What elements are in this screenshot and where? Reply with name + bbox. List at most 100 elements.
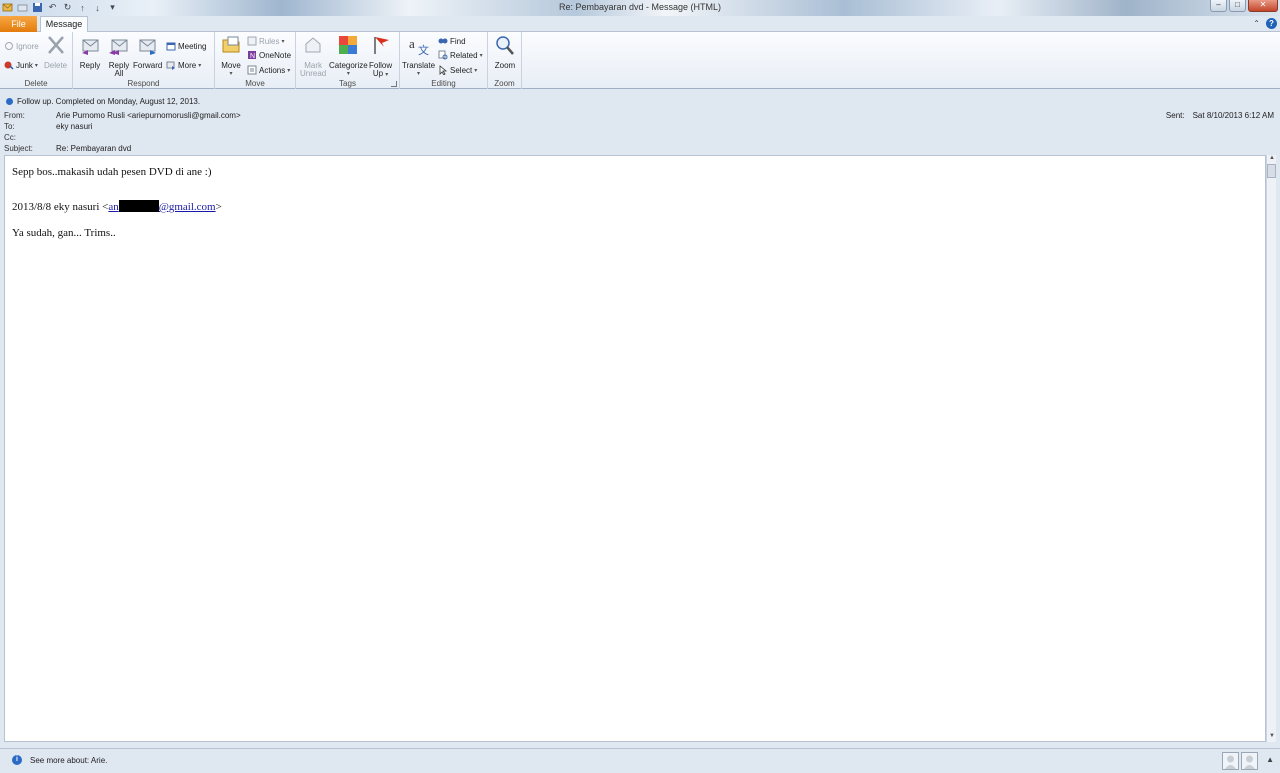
mark-unread-label-line2: Unread (300, 69, 327, 78)
message-body: Sepp bos..makasih udah pesen DVD di ane … (5, 156, 1265, 259)
mark-unread-button[interactable]: Mark Unread (300, 34, 326, 78)
svg-text:a: a (409, 36, 415, 51)
minimize-button[interactable]: – (1210, 0, 1227, 12)
reply-all-icon (108, 34, 130, 56)
meeting-button[interactable]: Meeting (166, 40, 206, 52)
sent-row: Sent: Sat 8/10/2013 6:12 AM (1166, 111, 1274, 120)
translate-button[interactable]: a文 Translate ▾ (402, 34, 435, 78)
ribbon: Ignore Junk ▾ Delete Delete Reply Reply … (0, 32, 1280, 89)
subject-row: Subject: Re: Pembayaran dvd (4, 144, 131, 153)
move-group-label: Move (245, 79, 265, 88)
info-bar[interactable]: Follow up. Completed on Monday, August 1… (6, 97, 200, 106)
onenote-label: OneNote (259, 50, 292, 60)
expand-people-pane-icon[interactable]: ▲ (1266, 755, 1274, 764)
categorize-dropdown-icon: ▾ (346, 71, 350, 77)
translate-icon: a文 (408, 34, 430, 56)
rules-button[interactable]: Rules ▾ (247, 35, 284, 47)
delete-icon (45, 34, 67, 56)
follow-up-label-line2-wrap: Up ▾ (373, 70, 388, 79)
find-button[interactable]: Find (438, 35, 466, 47)
people-pane-info[interactable]: i See more about: Arie. (12, 755, 107, 765)
message-body-pane[interactable]: Sepp bos..makasih udah pesen DVD di ane … (4, 155, 1266, 742)
forward-label: Forward (133, 61, 163, 70)
quoted-email-link[interactable]: an @gmail.com (108, 200, 216, 213)
tab-file[interactable]: File (0, 16, 37, 32)
reply-button[interactable]: Reply (79, 34, 101, 70)
follow-up-button[interactable]: Follow Up ▾ (369, 34, 392, 79)
svg-text:文: 文 (418, 43, 429, 56)
translate-dropdown-icon: ▾ (417, 71, 421, 77)
zoom-button[interactable]: Zoom (494, 34, 516, 70)
quote-prefix: 2013/8/8 eky nasuri < (12, 201, 109, 213)
from-row: From: Arie Purnomo Rusli <ariepurnomorus… (4, 111, 241, 120)
ignore-button[interactable]: Ignore (4, 40, 39, 52)
meeting-icon (166, 41, 176, 51)
title-bar: ↶ ↻ ↑ ↓ ▾ Re: Pembayaran dvd - Message (… (0, 0, 1280, 16)
maximize-button[interactable]: □ (1229, 0, 1246, 12)
to-value[interactable]: eky nasuri (56, 122, 92, 131)
rules-label: Rules (259, 36, 280, 46)
tags-group: Mark Unread Categorize ▾ Follow Up ▾ Tag… (296, 32, 400, 89)
scroll-down-arrow-icon[interactable]: ▼ (1267, 733, 1277, 742)
window-controls: – □ ✕ (1210, 0, 1278, 12)
mark-unread-icon (302, 34, 324, 56)
redaction-block (118, 200, 159, 212)
select-button[interactable]: Select ▾ (438, 64, 477, 76)
subject-value: Re: Pembayaran dvd (56, 144, 132, 153)
body-line-reply: Sepp bos..makasih udah pesen DVD di ane … (12, 166, 212, 178)
close-button[interactable]: ✕ (1248, 0, 1278, 12)
junk-button[interactable]: Junk ▾ (4, 59, 38, 71)
cc-row: Cc: (4, 133, 56, 142)
find-icon (438, 36, 448, 46)
related-label: Related (450, 50, 478, 60)
ribbon-right-controls: ⌃ ? (1253, 18, 1277, 29)
email-start: an (108, 201, 119, 213)
sent-label: Sent: (1165, 111, 1185, 120)
message-header: Follow up. Completed on Monday, August 1… (0, 90, 1280, 154)
tags-group-label: Tags (339, 79, 356, 88)
vertical-scrollbar[interactable]: ▲ ▼ (1266, 155, 1276, 742)
onenote-button[interactable]: N OneNote (247, 49, 291, 61)
minimize-ribbon-icon[interactable]: ⌃ (1253, 19, 1260, 28)
related-icon (438, 50, 448, 60)
follow-up-info-icon (6, 98, 13, 105)
delete-label: Delete (44, 61, 68, 70)
categorize-button[interactable]: Categorize ▾ (329, 34, 368, 78)
email-end: @gmail.com (158, 201, 216, 213)
status-text: See more about: Arie. (30, 755, 108, 765)
find-label: Find (450, 36, 466, 46)
quote-suffix: > (215, 201, 222, 213)
to-row: To: eky nasuri (4, 122, 92, 131)
move-folder-icon (220, 34, 242, 56)
editing-group-label: Editing (431, 79, 456, 88)
rules-icon (247, 36, 257, 46)
tab-message[interactable]: Message (40, 16, 88, 33)
reply-icon (79, 34, 101, 56)
person-photo-icon[interactable] (1241, 752, 1258, 770)
person-photo-icon[interactable] (1222, 752, 1239, 770)
actions-button[interactable]: Actions ▾ (247, 64, 290, 76)
help-icon[interactable]: ? (1266, 18, 1277, 29)
move-dropdown-icon: ▾ (229, 71, 233, 77)
delete-button[interactable]: Delete (44, 34, 67, 70)
actions-icon (247, 65, 257, 75)
info-bar-text: Follow up. Completed on Monday, August 1… (17, 97, 201, 106)
forward-button[interactable]: Forward (133, 34, 162, 70)
subject-label: Subject: (4, 144, 33, 153)
reply-all-label-line2: All (114, 69, 124, 78)
reply-all-button[interactable]: Reply All (108, 34, 130, 78)
move-button[interactable]: Move ▾ (220, 34, 242, 78)
zoom-group-label: Zoom (494, 79, 515, 88)
follow-up-label-line2: Up (372, 69, 384, 78)
scroll-up-arrow-icon[interactable]: ▲ (1267, 155, 1277, 164)
reply-label: Reply (79, 61, 101, 70)
zoom-label: Zoom (494, 61, 516, 70)
scroll-thumb[interactable] (1267, 164, 1276, 178)
more-respond-label: More (178, 60, 197, 70)
more-respond-button[interactable]: More ▾ (166, 59, 201, 71)
onenote-icon: N (247, 50, 257, 60)
more-respond-icon (166, 60, 176, 70)
from-value[interactable]: Arie Purnomo Rusli <ariepurnomorusli@gma… (56, 111, 241, 120)
actions-label: Actions (259, 65, 286, 75)
related-button[interactable]: Related ▾ (438, 49, 483, 61)
